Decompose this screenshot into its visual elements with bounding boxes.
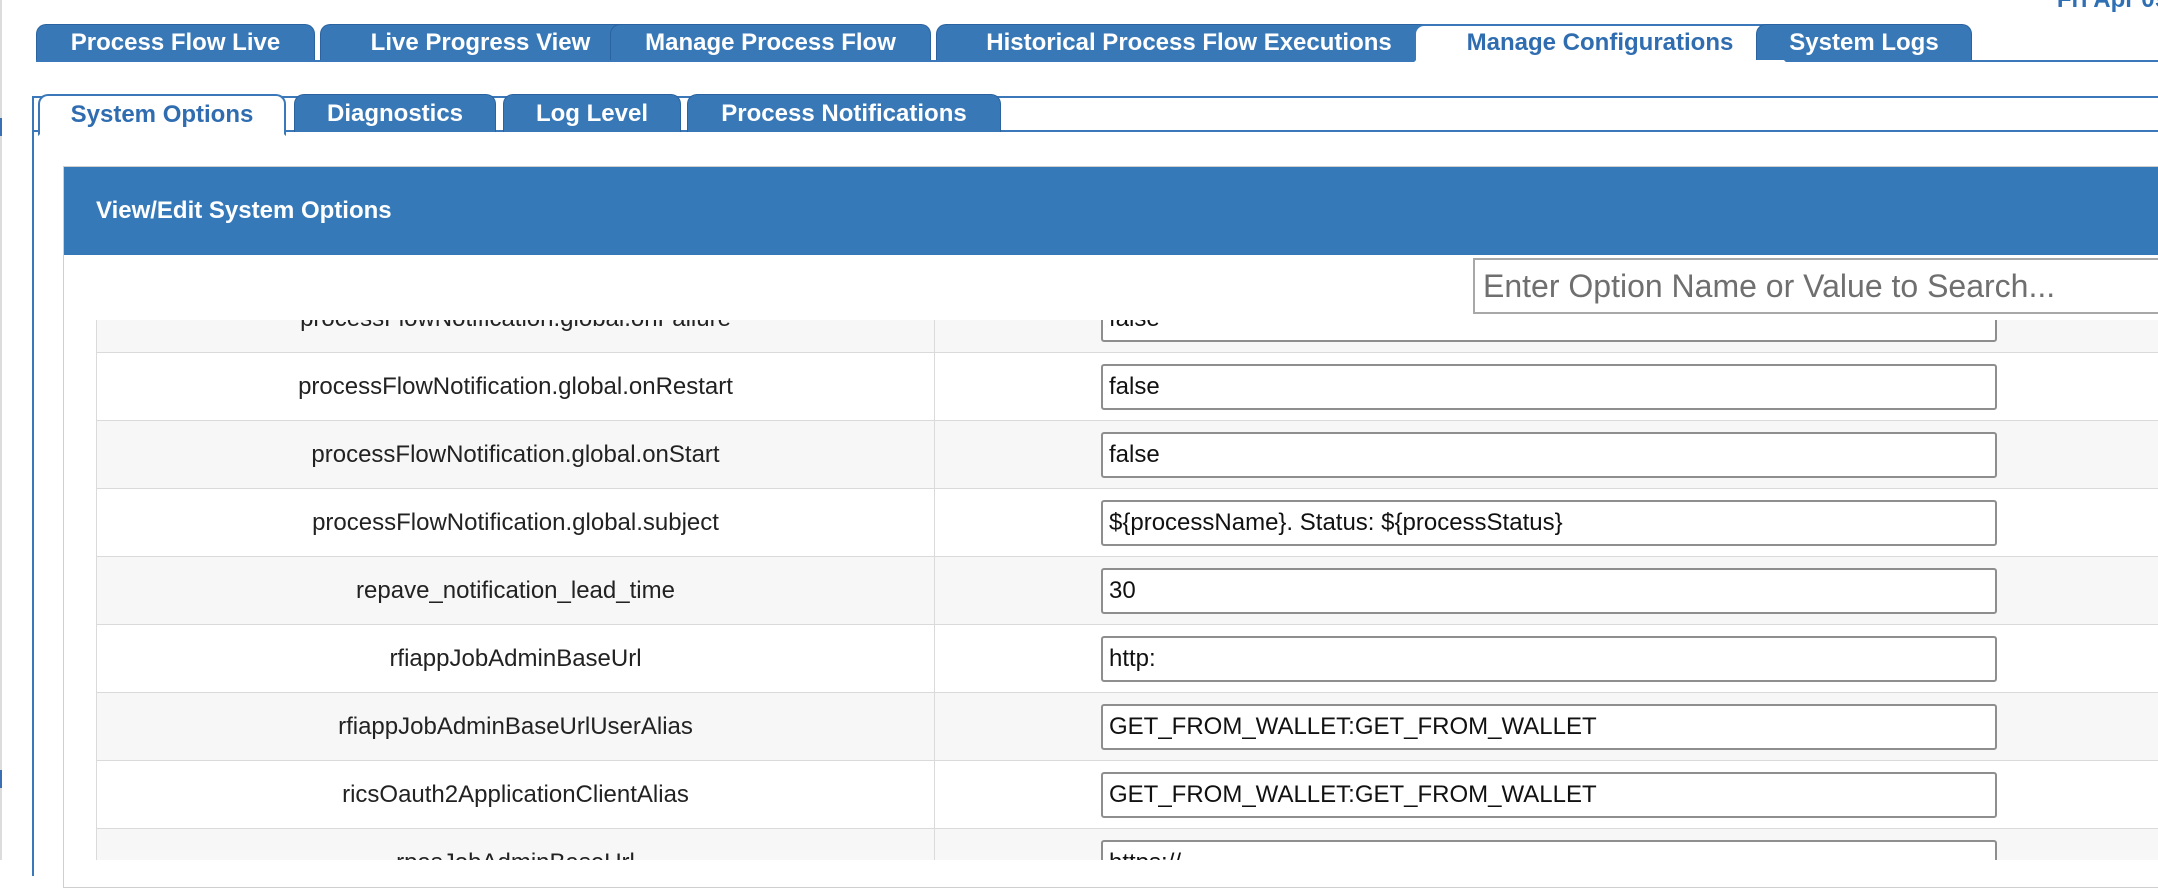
table-row: rpasJobAdminBaseUrl [97,829,2158,861]
option-name: rpasJobAdminBaseUrl [97,829,935,861]
option-value-input[interactable] [1101,364,1997,410]
option-value-input[interactable] [1101,432,1997,478]
panel-title: View/Edit System Options [64,167,2158,255]
date-label: Fri Apr 09 [2057,0,2158,14]
option-name: processFlowNotification.global.onRestart [97,353,935,421]
table-row: processFlowNotification.global.onStart [97,421,2158,489]
option-value-input[interactable] [1101,772,1997,818]
table-row: rfiappJobAdminBaseUrl [97,625,2158,693]
option-value-input[interactable] [1101,568,1997,614]
tab-process-flow-live[interactable]: Process Flow Live [36,24,315,60]
tab-live-progress-view[interactable]: Live Progress View [320,24,641,60]
main-tab-bar: Process Flow Live Live Progress View Man… [36,24,2158,62]
tab-diagnostics[interactable]: Diagnostics [294,94,496,132]
edge-marker [0,770,2,788]
table-row: ricsOauth2ApplicationClientAlias [97,761,2158,829]
tab-manage-configurations[interactable]: Manage Configurations [1414,24,1786,62]
option-name: ricsOauth2ApplicationClientAlias [97,761,935,829]
tab-log-level[interactable]: Log Level [503,94,681,132]
tab-system-options[interactable]: System Options [38,94,286,136]
option-search-input[interactable] [1473,258,2158,314]
tab-historical-executions[interactable]: Historical Process Flow Executions [936,24,1442,60]
option-value-input[interactable] [1101,636,1997,682]
window-left-edge [0,0,2,860]
edge-marker [0,118,2,136]
option-name: processFlowNotification.global.onFailure [97,320,935,353]
table-row: rfiappJobAdminBaseUrlUserAlias [97,693,2158,761]
option-name: processFlowNotification.global.subject [97,489,935,557]
tab-manage-process-flow[interactable]: Manage Process Flow [610,24,931,60]
table-row: processFlowNotification.global.onFailure [97,320,2158,353]
option-value-input[interactable] [1101,704,1997,750]
option-name: repave_notification_lead_time [97,557,935,625]
option-value-input[interactable] [1101,500,1997,546]
options-table-scroll[interactable]: processFlowNotification.global.onFailure… [96,320,2158,860]
table-row: processFlowNotification.global.onRestart [97,353,2158,421]
option-name: rfiappJobAdminBaseUrl [97,625,935,693]
option-name: processFlowNotification.global.onStart [97,421,935,489]
options-table: processFlowNotification.global.onFailure… [96,320,2158,860]
option-value-input[interactable] [1101,320,1997,342]
tab-system-logs[interactable]: System Logs [1756,24,1972,60]
option-name: rfiappJobAdminBaseUrlUserAlias [97,693,935,761]
tab-process-notifications[interactable]: Process Notifications [687,94,1001,132]
option-value-input[interactable] [1101,840,1997,861]
table-row: processFlowNotification.global.subject [97,489,2158,557]
table-row: repave_notification_lead_time [97,557,2158,625]
